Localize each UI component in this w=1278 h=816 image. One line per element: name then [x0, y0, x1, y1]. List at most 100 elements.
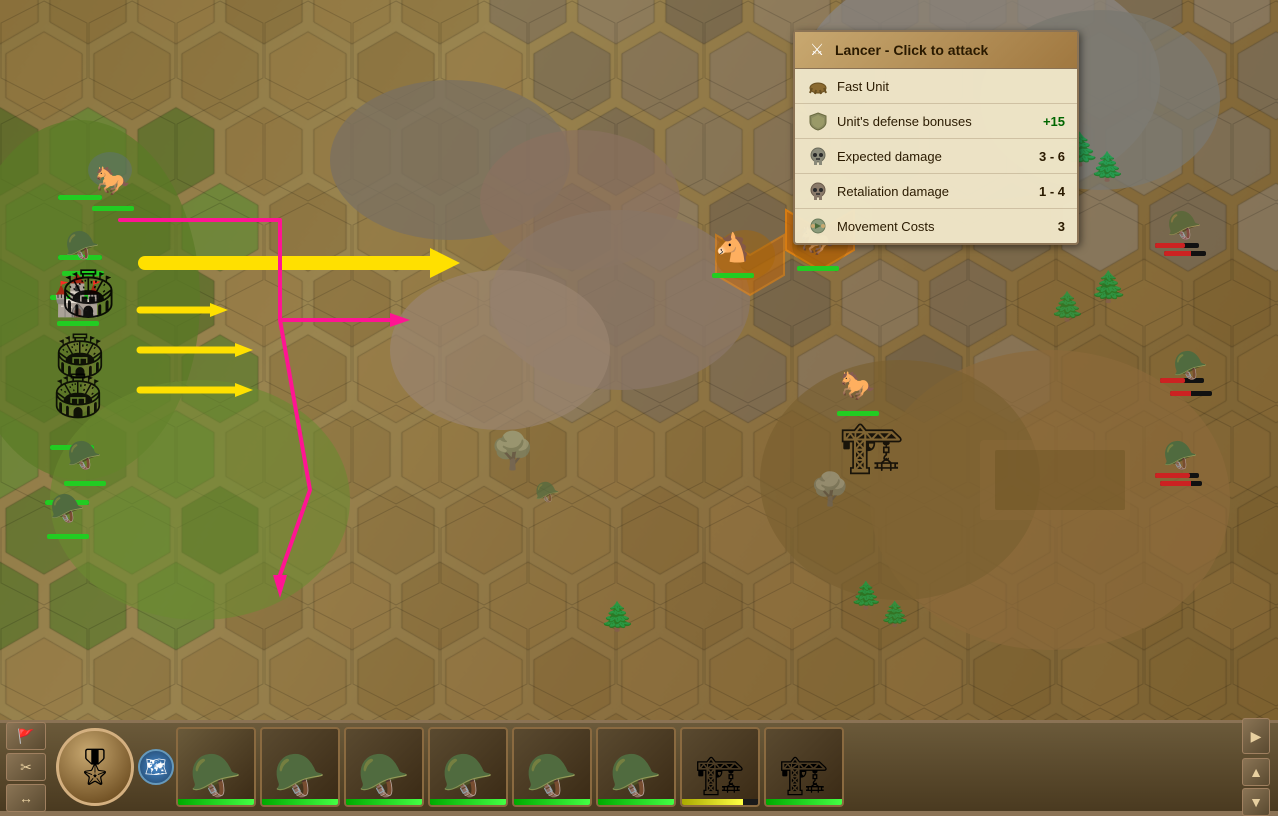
unit-health-fill-1: [178, 799, 254, 805]
unit-health-bar-2: [262, 799, 338, 805]
commander-portrait[interactable]: 🎖: [56, 728, 134, 806]
unit-health-fill-5: [514, 799, 590, 805]
minimap-button[interactable]: 🗺: [138, 749, 174, 785]
fast-unit-icon: [807, 75, 829, 97]
unit-health-bar-5: [514, 799, 590, 805]
unit-health-bar-7: [682, 799, 758, 805]
unit-health-fill-6: [598, 799, 674, 805]
toolbar: 🚩 ✂ ↔ 🎖 🗺 🪖 🪖 🪖 🪖: [0, 720, 1278, 811]
tree-4: 🌲: [1090, 270, 1127, 305]
unit-figure: 🪖: [1158, 430, 1203, 480]
defense-value: +15: [1043, 114, 1065, 129]
unit-slot-figure-3: 🪖: [349, 740, 419, 805]
movement-value: 3: [1058, 219, 1065, 234]
nav-down-button[interactable]: ▼: [1242, 788, 1270, 816]
unit-hp-fill: [1160, 481, 1192, 486]
tooltip-row-movement: Movement Costs 3: [795, 209, 1077, 243]
tooltip-header[interactable]: ⚔ Lancer - Click to attack: [795, 32, 1077, 69]
fortification-left3: 🏟: [50, 370, 106, 422]
unit-figure: 🐴: [710, 222, 755, 272]
dead-tree-2: 🌳: [810, 470, 850, 508]
nav-forward-button[interactable]: ▶: [1242, 718, 1270, 754]
tree-6: 🌲: [850, 580, 882, 611]
expected-damage-label: Expected damage: [837, 149, 1031, 164]
unit-marker-infantry-2[interactable]: 🪖: [62, 430, 107, 486]
unit-slot-2[interactable]: 🪖: [260, 727, 340, 807]
unit-health-fill-8: [766, 799, 842, 805]
unit-slot-5[interactable]: 🪖: [512, 727, 592, 807]
unit-health-bar-8: [766, 799, 842, 805]
unit-slot-figure-4: 🪖: [433, 740, 503, 805]
nav-up-button[interactable]: ▲: [1242, 758, 1270, 786]
attack-icon: ⚔: [807, 40, 827, 60]
fortification-left: 🏟: [58, 265, 119, 322]
retaliation-value: 1 - 4: [1039, 184, 1065, 199]
game-map[interactable]: 🐎 🪖 🏰 🪖 🪖 🐴 🐎: [0, 0, 1278, 720]
tooltip-row-fast-unit: Fast Unit: [795, 69, 1077, 104]
movement-icon: [807, 215, 829, 237]
tooltip-panel: ⚔ Lancer - Click to attack Fast Unit Uni…: [793, 30, 1079, 245]
unit-health-fill-4: [430, 799, 506, 805]
unit-health-fill-2: [262, 799, 338, 805]
tooltip-row-expected-damage: Expected damage 3 - 6: [795, 139, 1077, 174]
unit-marker-infantry-3[interactable]: 🪖: [45, 483, 90, 539]
unit-slot-figure-5: 🪖: [517, 740, 587, 805]
unit-slot-figure-1: 🪖: [181, 740, 251, 805]
unit-slot-6[interactable]: 🪖: [596, 727, 676, 807]
unit-hp-bar: [797, 266, 839, 271]
toolbar-flags: 🚩 ✂ ↔: [0, 718, 52, 816]
unit-hp-fill: [47, 534, 89, 539]
unit-hp-fill: [712, 273, 754, 278]
flag-button-3[interactable]: ↔: [6, 784, 46, 812]
unit-slot-figure-7: 🏗: [685, 740, 755, 805]
unit-slot-4[interactable]: 🪖: [428, 727, 508, 807]
unit-marker-enemy-2[interactable]: 🪖: [1168, 340, 1213, 396]
unit-hp-fill: [797, 266, 839, 271]
unit-hp-bar: [1160, 481, 1202, 486]
tree-2: 🌲: [1090, 150, 1125, 183]
dead-tree: 🌳: [490, 430, 535, 472]
unit-figure: 🪖: [1168, 340, 1213, 390]
unit-marker-cavalry-2[interactable]: 🐎: [835, 360, 880, 416]
unit-marker-lancer[interactable]: 🐴: [710, 222, 755, 278]
tree-7: 🌲: [880, 600, 910, 629]
unit-slot-7[interactable]: 🏗: [680, 727, 760, 807]
unit-marker-enemy-1[interactable]: 🪖: [1162, 200, 1207, 256]
unit-marker-cavalry-1[interactable]: 🐎: [90, 155, 135, 211]
unit-figure: 🪖: [45, 483, 90, 533]
unit-health-bar-4: [430, 799, 506, 805]
unit-hp-fill: [837, 411, 879, 416]
shield-icon: [807, 110, 829, 132]
map-canvas: [0, 0, 1278, 720]
fast-unit-label: Fast Unit: [837, 79, 1065, 94]
flag-button-2[interactable]: ✂: [6, 753, 46, 781]
unit-hp-fill: [1164, 251, 1191, 256]
unit-health-bar-3: [346, 799, 422, 805]
tooltip-header-text: Lancer - Click to attack: [835, 42, 988, 58]
unit-slot-8[interactable]: 🏗: [764, 727, 844, 807]
movement-label: Movement Costs: [837, 219, 1050, 234]
flag-button-1[interactable]: 🚩: [6, 722, 46, 750]
unit-hp-fill: [1170, 391, 1191, 396]
unit-health-fill-7: [682, 799, 743, 805]
unit-figure: 🪖: [62, 430, 107, 480]
unit-slot-figure-8: 🏗: [769, 740, 839, 805]
unit-slot-1[interactable]: 🪖: [176, 727, 256, 807]
tooltip-row-defense: Unit's defense bonuses +15: [795, 104, 1077, 139]
unit-health-bar-6: [598, 799, 674, 805]
retaliation-label: Retaliation damage: [837, 184, 1031, 199]
small-unit-center[interactable]: 🪖: [535, 480, 560, 505]
unit-hp-bar: [712, 273, 754, 278]
unit-figure: 🪖: [1162, 200, 1207, 250]
unit-marker-enemy-3[interactable]: 🪖: [1158, 430, 1203, 486]
unit-hp-fill: [92, 206, 134, 211]
unit-figure: 🐎: [835, 360, 880, 410]
unit-hp-bar: [1170, 391, 1212, 396]
unit-slot-figure-6: 🪖: [601, 740, 671, 805]
unit-health-bar-1: [178, 799, 254, 805]
toolbar-end-buttons: ▶ ▲ ▼: [1242, 718, 1278, 816]
defense-label: Unit's defense bonuses: [837, 114, 1035, 129]
unit-figure: 🐎: [90, 155, 135, 205]
unit-figure: 🪖: [60, 220, 105, 270]
unit-slot-3[interactable]: 🪖: [344, 727, 424, 807]
